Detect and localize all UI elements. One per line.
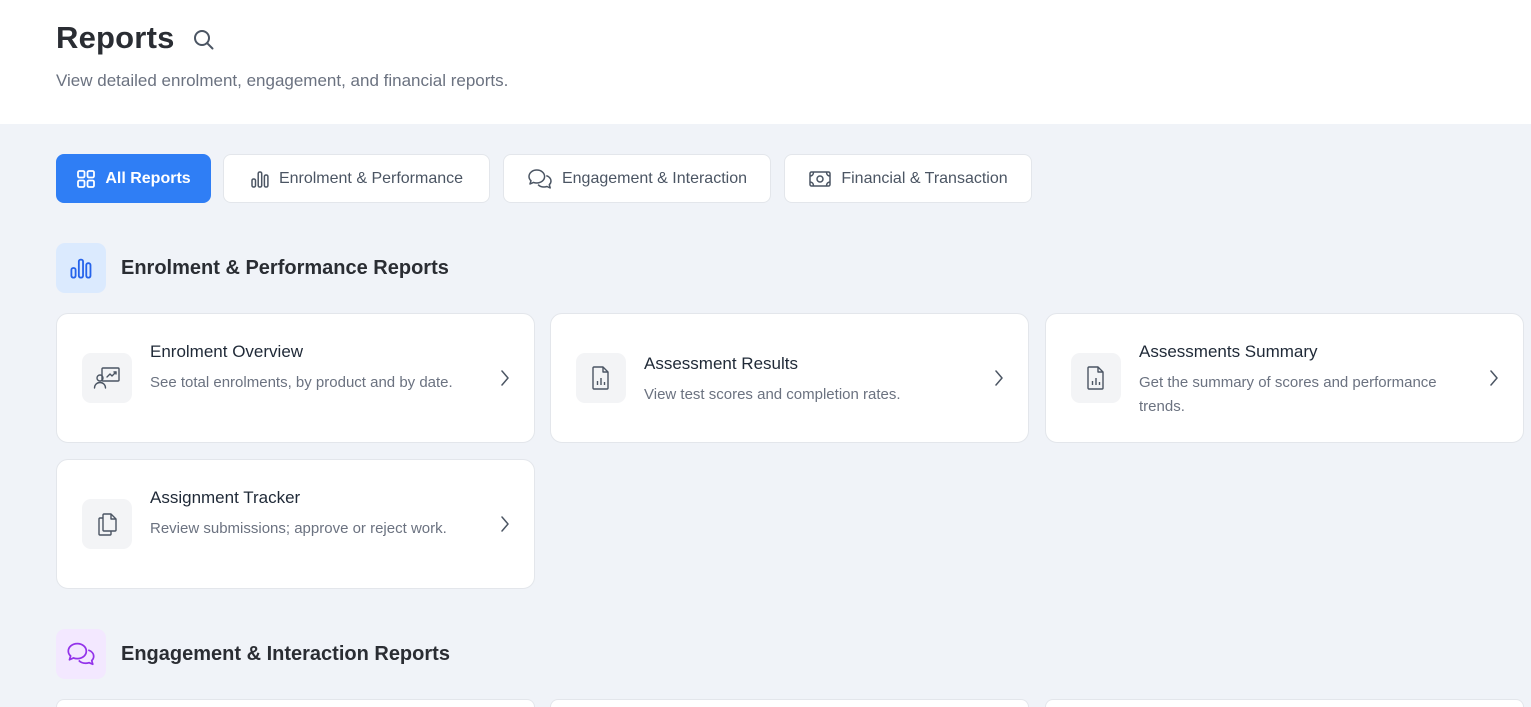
search-icon bbox=[194, 30, 214, 50]
card-description: Get the summary of scores and performanc… bbox=[1139, 374, 1437, 415]
chevron-right-icon bbox=[995, 370, 1003, 386]
card-title: Assessment Results bbox=[644, 354, 798, 373]
report-card-assignment-tracker[interactable]: Assignment Tracker Review submissions; a… bbox=[56, 459, 535, 589]
report-card[interactable] bbox=[1045, 699, 1524, 707]
section-header-enrolment-performance: Enrolment & Performance Reports bbox=[56, 243, 449, 293]
copy-files-icon bbox=[98, 513, 117, 536]
tab-enrolment-performance[interactable]: Enrolment & Performance bbox=[223, 154, 490, 203]
card-text: Assessments Summary Get the summary of s… bbox=[1139, 341, 1459, 419]
section-icon bbox=[56, 629, 106, 679]
chat-bubbles-icon bbox=[528, 168, 552, 189]
grid-icon bbox=[77, 169, 96, 188]
banknote-icon bbox=[809, 170, 832, 187]
section-icon bbox=[56, 243, 106, 293]
page-title: Reports bbox=[56, 20, 175, 55]
card-description: Review submissions; approve or reject wo… bbox=[150, 520, 447, 537]
tab-label: Enrolment & Performance bbox=[278, 169, 464, 187]
user-presentation-icon bbox=[93, 367, 120, 389]
card-icon bbox=[82, 499, 132, 549]
file-chart-icon bbox=[592, 366, 609, 390]
page-header: Reports View detailed enrolment, engagem… bbox=[0, 0, 1531, 124]
section-title: Engagement & Interaction Reports bbox=[121, 642, 450, 665]
card-text: Enrolment Overview See total enrolments,… bbox=[150, 341, 470, 395]
card-title: Enrolment Overview bbox=[150, 342, 304, 361]
report-card[interactable] bbox=[56, 699, 535, 707]
card-icon bbox=[82, 353, 132, 403]
chevron-right-icon bbox=[1490, 370, 1498, 386]
card-title: Assessments Summary bbox=[1139, 342, 1318, 361]
report-card[interactable] bbox=[550, 699, 1029, 707]
section-title: Enrolment & Performance Reports bbox=[121, 256, 449, 279]
card-description: View test scores and completion rates. bbox=[644, 386, 901, 403]
tab-financial-transaction[interactable]: Financial & Transaction bbox=[784, 154, 1032, 203]
file-chart-icon bbox=[1087, 366, 1104, 390]
page-subtitle: View detailed enrolment, engagement, and… bbox=[56, 71, 509, 90]
card-icon bbox=[576, 353, 626, 403]
chevron-right-icon bbox=[501, 370, 509, 386]
tab-label: Financial & Transaction bbox=[841, 169, 1008, 187]
card-title: Assignment Tracker bbox=[150, 488, 301, 507]
search-button[interactable] bbox=[190, 26, 218, 54]
bar-chart-icon bbox=[70, 258, 92, 279]
report-card-enrolment-overview[interactable]: Enrolment Overview See total enrolments,… bbox=[56, 313, 535, 443]
card-description: See total enrolments, by product and by … bbox=[150, 374, 453, 391]
tab-label: Engagement & Interaction bbox=[561, 169, 747, 187]
card-icon bbox=[1071, 353, 1121, 403]
tab-engagement-interaction[interactable]: Engagement & Interaction bbox=[503, 154, 771, 203]
card-text: Assignment Tracker Review submissions; a… bbox=[150, 487, 470, 541]
card-text: Assessment Results View test scores and … bbox=[644, 353, 964, 407]
section-header-engagement-interaction: Engagement & Interaction Reports bbox=[56, 629, 450, 679]
chevron-right-icon bbox=[501, 516, 509, 532]
tab-all-reports[interactable]: All Reports bbox=[56, 154, 211, 203]
tab-label: All Reports bbox=[105, 169, 191, 187]
report-card-assessment-results[interactable]: Assessment Results View test scores and … bbox=[550, 313, 1029, 443]
report-card-assessments-summary[interactable]: Assessments Summary Get the summary of s… bbox=[1045, 313, 1524, 443]
chat-bubbles-icon bbox=[67, 642, 95, 666]
bar-chart-icon bbox=[251, 170, 269, 188]
